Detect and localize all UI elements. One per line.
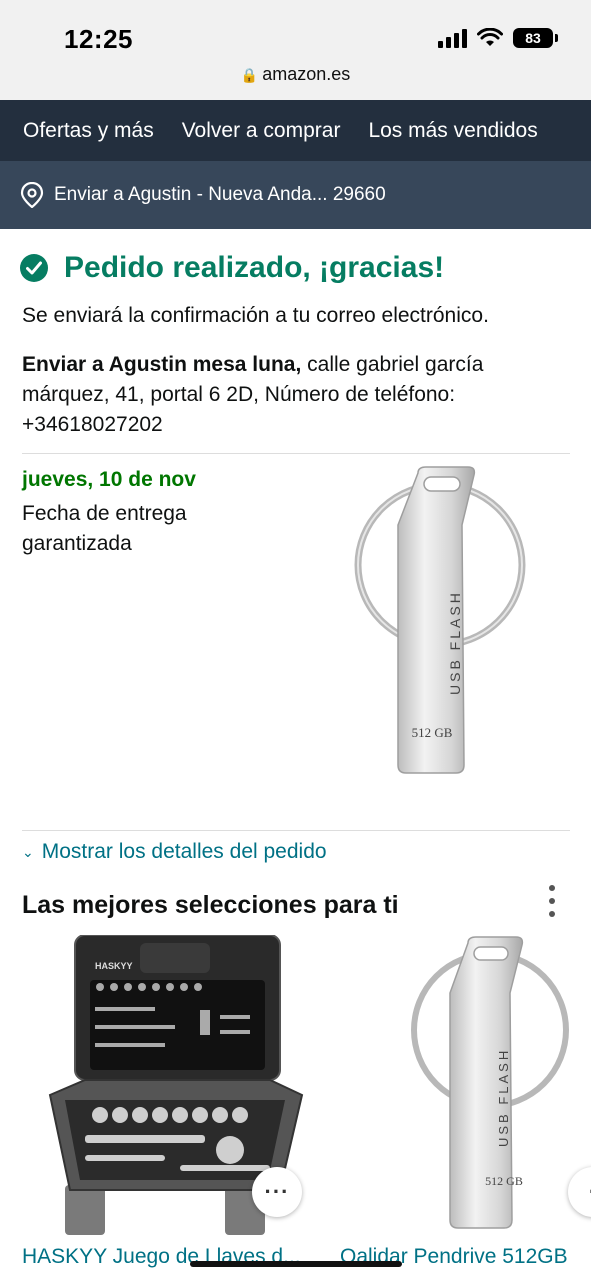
usb-pendrive-product-image[interactable]: USB FLASH 512 GB: [400, 935, 591, 1245]
battery-level: 83: [525, 30, 541, 46]
divider: [22, 830, 570, 831]
wifi-icon: [477, 28, 503, 46]
nav-item-volver-a-comprar[interactable]: Volver a comprar: [182, 119, 341, 143]
haskyy-brand-label: HASKYY: [95, 961, 133, 971]
show-order-details-link[interactable]: ⌄ Mostrar los detalles del pedido: [22, 840, 327, 864]
usb-capacity-label: 512 GB: [412, 725, 453, 740]
status-icons: 83: [438, 28, 558, 48]
signal-icon: [438, 28, 467, 48]
top-nav: Ofertas y más Volver a comprar Los más v…: [0, 100, 591, 161]
shipping-address: Enviar a Agustin mesa luna, calle gabrie…: [22, 350, 562, 440]
card-options-button[interactable]: ···: [252, 1167, 302, 1217]
check-circle-icon: [20, 254, 48, 282]
confirmation-message: Se enviará la confirmación a tu correo e…: [22, 304, 489, 327]
chevron-down-icon: ⌄: [22, 843, 34, 860]
battery-icon: 83: [513, 28, 558, 48]
location-pin-icon: [20, 182, 44, 208]
shipping-name: Enviar a Agustin mesa luna,: [22, 353, 302, 376]
status-bar: 12:25 83 🔒 amazon.es: [0, 0, 591, 100]
usb-flash-label: USB FLASH: [447, 590, 463, 695]
lock-icon: 🔒: [240, 67, 259, 83]
home-indicator[interactable]: [190, 1261, 402, 1267]
delivery-date: jueves, 10 de nov: [22, 468, 196, 491]
url-text: amazon.es: [262, 64, 351, 84]
address-bar[interactable]: 🔒 amazon.es: [0, 64, 591, 85]
divider: [22, 453, 570, 454]
confirmation-header: Pedido realizado, ¡gracias!: [20, 251, 444, 285]
nav-item-mas-vendidos[interactable]: Los más vendidos: [368, 119, 537, 143]
usb-flash-drive-image[interactable]: USB FLASH 512 GB: [350, 465, 530, 785]
nav-item-ofertas[interactable]: Ofertas y más: [23, 119, 154, 143]
delivery-location-text: Enviar a Agustin - Nueva Anda... 29660: [54, 184, 386, 205]
delivery-location-bar[interactable]: Enviar a Agustin - Nueva Anda... 29660: [0, 161, 591, 229]
confirmation-title: Pedido realizado, ¡gracias!: [64, 251, 445, 284]
usb-capacity-label: 512 GB: [485, 1174, 523, 1188]
more-options-icon[interactable]: [545, 885, 559, 917]
delivery-date-label: Fecha de entrega garantizada: [22, 502, 187, 555]
clock: 12:25: [64, 24, 133, 54]
recommendations-title: Las mejores selecciones para ti: [22, 891, 399, 919]
usb-flash-label: USB FLASH: [496, 1048, 511, 1147]
show-order-details-text: Mostrar los detalles del pedido: [41, 840, 327, 863]
